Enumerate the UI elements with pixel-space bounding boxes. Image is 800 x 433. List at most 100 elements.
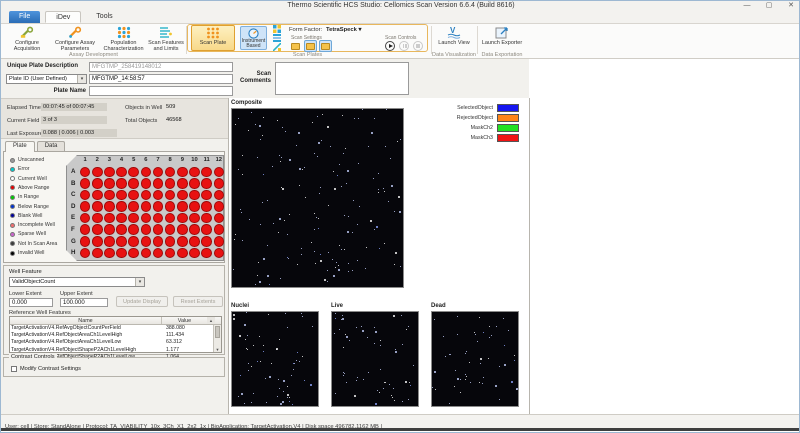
well-G8[interactable] <box>165 236 176 247</box>
well-G1[interactable] <box>80 236 91 247</box>
well-A1[interactable] <box>80 167 91 178</box>
well-E10[interactable] <box>189 213 200 224</box>
mini-grid-icon[interactable] <box>273 25 281 33</box>
scroll-down-icon[interactable]: ▼ <box>214 347 221 352</box>
well-G3[interactable] <box>104 236 115 247</box>
well-C7[interactable] <box>153 190 164 201</box>
well-C4[interactable] <box>116 190 127 201</box>
well-F11[interactable] <box>201 224 212 235</box>
well-D8[interactable] <box>165 201 176 212</box>
scan-pause-button[interactable] <box>399 41 409 51</box>
well-D5[interactable] <box>128 201 139 212</box>
scan-features-limits-button[interactable]: Scan Features and Limits <box>147 25 185 51</box>
well-D10[interactable] <box>189 201 200 212</box>
well-H10[interactable] <box>189 248 200 259</box>
composite-image[interactable] <box>231 108 404 288</box>
tab-plate[interactable]: Plate <box>5 141 35 152</box>
form-factor-dropdown[interactable]: TetraSpeck ▾ <box>326 27 361 33</box>
well-G7[interactable] <box>153 236 164 247</box>
well-C5[interactable] <box>128 190 139 201</box>
ribbon-tab-tools[interactable]: Tools <box>86 11 122 23</box>
ribbon-tab-idev[interactable]: iDev <box>45 11 81 23</box>
modify-contrast-checkbox[interactable] <box>11 366 17 372</box>
well-A5[interactable] <box>128 167 139 178</box>
well-H7[interactable] <box>153 248 164 259</box>
well-D1[interactable] <box>80 201 91 212</box>
well-G6[interactable] <box>141 236 152 247</box>
well-D9[interactable] <box>177 201 188 212</box>
well-A11[interactable] <box>201 167 212 178</box>
well-H1[interactable] <box>80 248 91 259</box>
nuclei-image[interactable] <box>231 311 319 407</box>
well-E8[interactable] <box>165 213 176 224</box>
well-F12[interactable] <box>214 224 225 235</box>
well-E6[interactable] <box>141 213 152 224</box>
well-F10[interactable] <box>189 224 200 235</box>
launch-view-button[interactable]: V Launch View <box>433 25 475 51</box>
well-E12[interactable] <box>214 213 225 224</box>
well-B6[interactable] <box>141 178 152 189</box>
scan-start-button[interactable] <box>385 41 395 51</box>
scan-settings-button-3[interactable] <box>319 40 332 52</box>
well-C10[interactable] <box>189 190 200 201</box>
well-F4[interactable] <box>116 224 127 235</box>
well-E11[interactable] <box>201 213 212 224</box>
minimize-icon[interactable]: — <box>741 1 753 11</box>
well-B8[interactable] <box>165 178 176 189</box>
well-C6[interactable] <box>141 190 152 201</box>
well-F5[interactable] <box>128 224 139 235</box>
well-H5[interactable] <box>128 248 139 259</box>
well-F7[interactable] <box>153 224 164 235</box>
well-B1[interactable] <box>80 178 91 189</box>
well-F3[interactable] <box>104 224 115 235</box>
well-E5[interactable] <box>128 213 139 224</box>
well-G10[interactable] <box>189 236 200 247</box>
well-H6[interactable] <box>141 248 152 259</box>
chevron-down-icon[interactable]: ▾ <box>77 75 86 83</box>
well-H9[interactable] <box>177 248 188 259</box>
well-B7[interactable] <box>153 178 164 189</box>
well-G4[interactable] <box>116 236 127 247</box>
well-B5[interactable] <box>128 178 139 189</box>
well-E2[interactable] <box>92 213 103 224</box>
well-H11[interactable] <box>201 248 212 259</box>
well-G2[interactable] <box>92 236 103 247</box>
table-row[interactable]: TargetActivationV4.RefObjectShapeP2ACh1L… <box>10 347 221 354</box>
scan-stop-button[interactable] <box>413 41 423 51</box>
scroll-up-icon[interactable]: ▲ <box>207 317 215 324</box>
well-E3[interactable] <box>104 213 115 224</box>
well-A8[interactable] <box>165 167 176 178</box>
well-H3[interactable] <box>104 248 115 259</box>
well-G5[interactable] <box>128 236 139 247</box>
launch-exporter-button[interactable]: Launch Exporter <box>479 25 525 51</box>
well-C2[interactable] <box>92 190 103 201</box>
table-row[interactable]: TargetActivationV4.RefAvgObjectCountPerF… <box>10 325 221 332</box>
well-F9[interactable] <box>177 224 188 235</box>
well-C1[interactable] <box>80 190 91 201</box>
reset-extents-button[interactable]: Reset Extents <box>173 296 223 307</box>
scan-comments-textarea[interactable] <box>275 62 409 95</box>
well-D11[interactable] <box>201 201 212 212</box>
configure-acquisition-button[interactable]: Configure Acquisition <box>5 25 49 51</box>
well-D12[interactable] <box>214 201 225 212</box>
maximize-icon[interactable]: ▢ <box>763 1 775 11</box>
column-header-name[interactable]: Name <box>10 317 162 324</box>
mini-rows-icon[interactable] <box>273 34 281 42</box>
scan-settings-button-2[interactable] <box>304 40 317 52</box>
well-A2[interactable] <box>92 167 103 178</box>
mini-measure-icon[interactable] <box>273 43 281 51</box>
scrollbar-thumb[interactable] <box>215 326 220 338</box>
population-characterization-button[interactable]: Population Characterization <box>101 25 146 51</box>
well-G12[interactable] <box>214 236 225 247</box>
well-F1[interactable] <box>80 224 91 235</box>
well-F8[interactable] <box>165 224 176 235</box>
well-D6[interactable] <box>141 201 152 212</box>
well-E9[interactable] <box>177 213 188 224</box>
well-B2[interactable] <box>92 178 103 189</box>
ribbon-tab-file[interactable]: File <box>9 11 40 23</box>
well-B11[interactable] <box>201 178 212 189</box>
well-E4[interactable] <box>116 213 127 224</box>
upper-extent-input[interactable]: 100.000 <box>60 298 108 307</box>
configure-assay-parameters-button[interactable]: Configure Assay Parameters <box>50 25 100 51</box>
close-icon[interactable]: ✕ <box>785 1 797 11</box>
